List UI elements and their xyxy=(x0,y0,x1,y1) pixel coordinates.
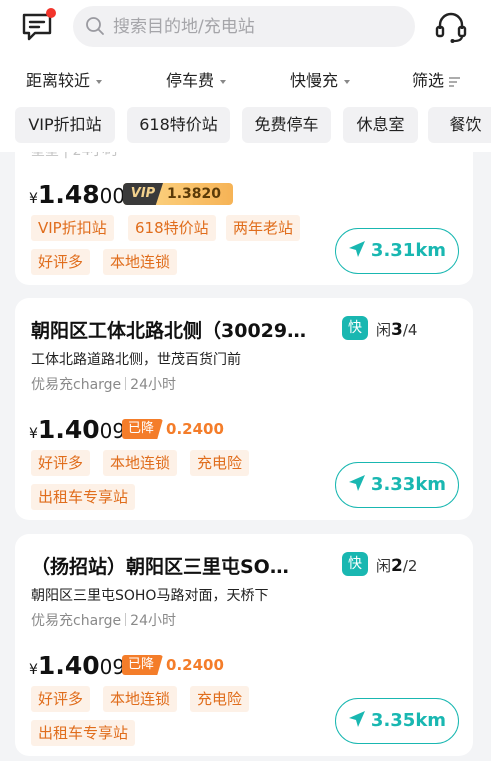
station-card[interactable]: 朝阳区工体北路北侧（30029… 快 闲3/4 工体北路道路北侧，世茂百货门前 … xyxy=(15,298,473,520)
station-tag: 本地连锁 xyxy=(103,450,178,476)
caret-down-icon xyxy=(344,79,351,84)
price-fraction: 00 xyxy=(99,184,126,208)
station-card[interactable]: （扬招站）朝阳区三里屯SO… 快 闲2/2 朝阳区三里屯SOHO马路对面，天桥下… xyxy=(15,534,473,756)
chip-618-special[interactable]: 618特价站 xyxy=(127,107,230,143)
price-drop-amount: 0.2400 xyxy=(166,420,224,438)
station-card[interactable]: 星星 | 24小时 ¥1.4800 VIP 1.3820 VIP折扣站 618特… xyxy=(15,130,473,285)
station-address: 工体北路道路北侧，世茂百货门前 xyxy=(31,352,241,368)
divider xyxy=(125,377,127,390)
filter-bar: 距离较近 停车费 快慢充 筛选 xyxy=(0,66,491,96)
station-meta: 优易充charge 24小时 xyxy=(31,610,176,630)
screen-filter[interactable]: 筛选 xyxy=(412,66,461,96)
filter-label: 停车费 xyxy=(166,71,215,90)
station-tag: 好评多 xyxy=(31,450,91,476)
fast-charge-badge: 快 xyxy=(342,552,368,576)
price-main: 1.40 xyxy=(37,651,100,680)
station-tag: 618特价站 xyxy=(128,215,216,241)
operator-name: 优易充charge xyxy=(31,377,122,393)
notification-dot xyxy=(46,8,56,18)
caret-down-icon xyxy=(96,79,103,84)
divider xyxy=(125,613,127,626)
chip-lounge[interactable]: 休息室 xyxy=(343,107,418,143)
vip-price: 1.3820 xyxy=(167,186,222,202)
navigation-arrow-icon xyxy=(348,475,365,491)
opening-hours: 24小时 xyxy=(130,377,176,393)
price-drop-badge: 已降 0.2400 xyxy=(122,655,224,675)
idle-total: /2 xyxy=(402,557,418,575)
vip-label: VIP xyxy=(123,183,163,205)
customer-service-button[interactable] xyxy=(433,9,469,45)
station-title: 朝阳区工体北路北侧（30029… xyxy=(31,320,307,342)
idle-label: 闲 xyxy=(376,321,392,339)
idle-count: 闲3/4 xyxy=(376,319,417,340)
price-drop-amount: 0.2400 xyxy=(166,656,224,674)
navigate-button[interactable]: 3.35km xyxy=(335,698,459,744)
currency-symbol: ¥ xyxy=(29,191,38,207)
price-main: 1.40 xyxy=(37,415,100,444)
price: ¥1.4009 xyxy=(29,651,125,680)
navigate-button[interactable]: 3.33km xyxy=(335,462,459,508)
price-drop-badge: 已降 0.2400 xyxy=(122,419,224,439)
messages-button[interactable] xyxy=(21,8,56,42)
filter-label: 快慢充 xyxy=(290,71,339,90)
idle-count: 闲2/2 xyxy=(376,555,417,576)
charge-speed-filter[interactable]: 快慢充 xyxy=(290,66,351,96)
idle-label: 闲 xyxy=(376,557,392,575)
station-tag: 本地连锁 xyxy=(103,686,178,712)
filter-label: 筛选 xyxy=(412,71,445,90)
idle-free: 3 xyxy=(391,320,403,340)
station-tag: 好评多 xyxy=(31,686,91,712)
navigation-arrow-icon xyxy=(348,711,365,727)
navigate-button[interactable]: 3.31km xyxy=(335,228,459,274)
filter-lines-icon xyxy=(449,76,461,87)
distance-label: 3.35km xyxy=(370,710,447,731)
station-tag: 本地连锁 xyxy=(103,249,178,275)
price-drop-label: 已降 xyxy=(122,419,164,439)
vip-price-badge: VIP 1.3820 xyxy=(123,183,233,205)
idle-free: 2 xyxy=(391,556,403,576)
chip-dining[interactable]: 餐饮 xyxy=(428,107,491,143)
station-tag: 两年老站 xyxy=(226,215,301,241)
parking-fee-filter[interactable]: 停车费 xyxy=(166,66,227,96)
price: ¥1.4009 xyxy=(29,415,125,444)
station-tag: 出租车专享站 xyxy=(31,720,136,746)
price-main: 1.48 xyxy=(37,180,100,209)
station-meta: 优易充charge 24小时 xyxy=(31,374,176,394)
search-input[interactable] xyxy=(113,6,403,47)
station-tag: 出租车专享站 xyxy=(31,484,136,510)
fast-charge-badge: 快 xyxy=(342,316,368,340)
chip-free-parking[interactable]: 免费停车 xyxy=(242,107,331,143)
distance-label: 3.31km xyxy=(370,240,447,261)
station-tag: 充电险 xyxy=(190,450,250,476)
station-tag: 好评多 xyxy=(31,249,91,275)
station-address: 朝阳区三里屯SOHO马路对面，天桥下 xyxy=(31,588,269,604)
sort-distance-filter[interactable]: 距离较近 xyxy=(26,66,103,96)
price-drop-label: 已降 xyxy=(122,655,164,675)
caret-down-icon xyxy=(220,79,227,84)
navigation-arrow-icon xyxy=(348,241,365,257)
chip-vip-discount[interactable]: VIP折扣站 xyxy=(15,107,115,143)
price: ¥1.4800 xyxy=(29,180,125,209)
currency-symbol: ¥ xyxy=(29,662,38,678)
quick-filter-chips: VIP折扣站 618特价站 免费停车 休息室 餐饮 xyxy=(0,107,491,143)
filter-label: 距离较近 xyxy=(26,71,91,90)
station-title: （扬招站）朝阳区三里屯SO… xyxy=(31,556,289,578)
distance-label: 3.33km xyxy=(370,474,447,495)
currency-symbol: ¥ xyxy=(29,426,38,442)
station-tag: VIP折扣站 xyxy=(31,215,114,241)
operator-name: 优易充charge xyxy=(31,613,122,629)
station-tag: 充电险 xyxy=(190,686,250,712)
search-icon xyxy=(86,17,104,35)
opening-hours: 24小时 xyxy=(130,613,176,629)
top-bar: 距离较近 停车费 快慢充 筛选 VIP折扣站 618特价站 免费停车 休息室 餐… xyxy=(0,0,491,152)
idle-total: /4 xyxy=(402,321,418,339)
search-bar[interactable] xyxy=(73,6,415,47)
headset-icon xyxy=(435,12,467,43)
